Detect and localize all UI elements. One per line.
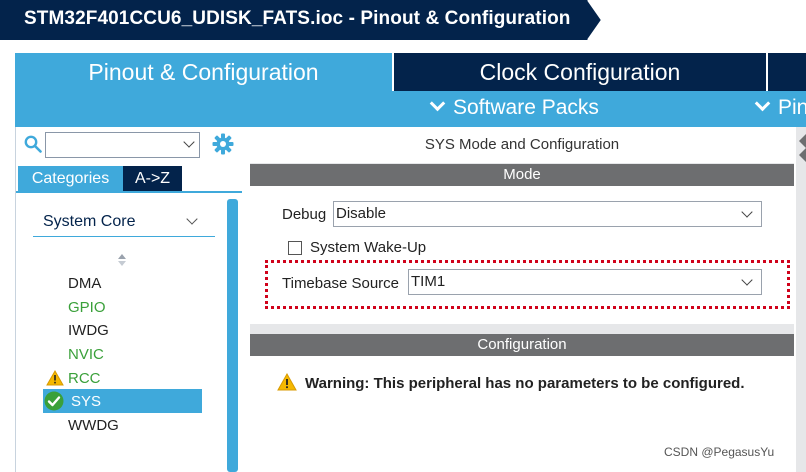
chevron-down-icon — [183, 136, 195, 148]
annotation-highlight-box — [265, 260, 790, 309]
mode-section: Debug Disable System Wake-Up Timebase So… — [250, 186, 794, 324]
chevron-down-icon — [741, 206, 753, 218]
debug-label: Debug — [282, 206, 327, 223]
warning-icon — [46, 370, 64, 386]
debug-select[interactable]: Disable — [333, 201, 762, 227]
alphabetical-view-button[interactable]: A->Z — [123, 166, 182, 191]
watermark: CSDN @PegasusYu — [664, 445, 775, 459]
vertical-scrollbar[interactable] — [227, 199, 238, 472]
check-icon — [44, 391, 64, 411]
search-icon[interactable] — [24, 135, 42, 153]
main-tab-bar: Pinout & Configuration Clock Configurati… — [0, 40, 806, 92]
search-combobox[interactable] — [45, 132, 200, 158]
chevron-down-icon — [429, 95, 446, 112]
software-packs-menu[interactable]: Software Packs — [429, 95, 599, 120]
tab-overflow[interactable] — [768, 53, 806, 91]
categories-view-button[interactable]: Categories — [18, 166, 123, 191]
debug-select-value: Disable — [336, 205, 387, 222]
system-wakeup-label: System Wake-Up — [310, 239, 427, 256]
divider — [16, 191, 242, 193]
chevron-down-icon — [754, 95, 771, 112]
warning-message: Warning: This peripheral has no paramete… — [305, 375, 745, 392]
pinout-menu[interactable]: Pin — [754, 95, 806, 120]
pinout-menu-label: Pin — [778, 96, 806, 119]
side-toolbar — [796, 127, 806, 472]
peripheral-gpio[interactable]: GPIO — [68, 299, 106, 316]
category-system-core[interactable]: System Core — [43, 213, 135, 231]
selected-row-highlight — [43, 389, 202, 413]
chevron-down-icon[interactable] — [186, 213, 198, 225]
peripheral-iwdg[interactable]: IWDG — [68, 322, 109, 339]
peripheral-dma[interactable]: DMA — [68, 275, 101, 292]
configuration-panel: SYS Mode and Configuration Mode Debug Di… — [250, 127, 794, 472]
warning-icon — [277, 373, 297, 391]
gear-icon[interactable] — [212, 133, 234, 155]
configuration-section-header: Configuration — [250, 334, 794, 356]
peripheral-nvic[interactable]: NVIC — [68, 346, 104, 363]
peripheral-wwdg[interactable]: WWDG — [68, 417, 119, 434]
sub-toolbar: Software Packs Pin — [15, 91, 806, 127]
tab-clock-configuration[interactable]: Clock Configuration — [394, 53, 766, 91]
tab-pinout-configuration[interactable]: Pinout & Configuration — [15, 53, 392, 91]
window-title: STM32F401CCU6_UDISK_FATS.ioc - Pinout & … — [24, 8, 571, 29]
software-packs-label: Software Packs — [453, 96, 599, 119]
stm32cubemx-window: STM32F401CCU6_UDISK_FATS.ioc - Pinout & … — [0, 0, 806, 472]
sort-icon[interactable] — [117, 253, 127, 267]
title-bar: STM32F401CCU6_UDISK_FATS.ioc - Pinout & … — [0, 0, 806, 40]
divider — [33, 236, 215, 237]
categories-panel: Categories A->Z System Core DMA GPIO IWD… — [15, 127, 242, 472]
panel-title: SYS Mode and Configuration — [250, 127, 794, 163]
collapse-icon[interactable] — [797, 134, 806, 162]
system-wakeup-checkbox[interactable] — [288, 241, 302, 255]
peripheral-sys[interactable]: SYS — [71, 393, 101, 410]
mode-section-header: Mode — [250, 164, 794, 186]
peripheral-rcc[interactable]: RCC — [68, 370, 101, 387]
